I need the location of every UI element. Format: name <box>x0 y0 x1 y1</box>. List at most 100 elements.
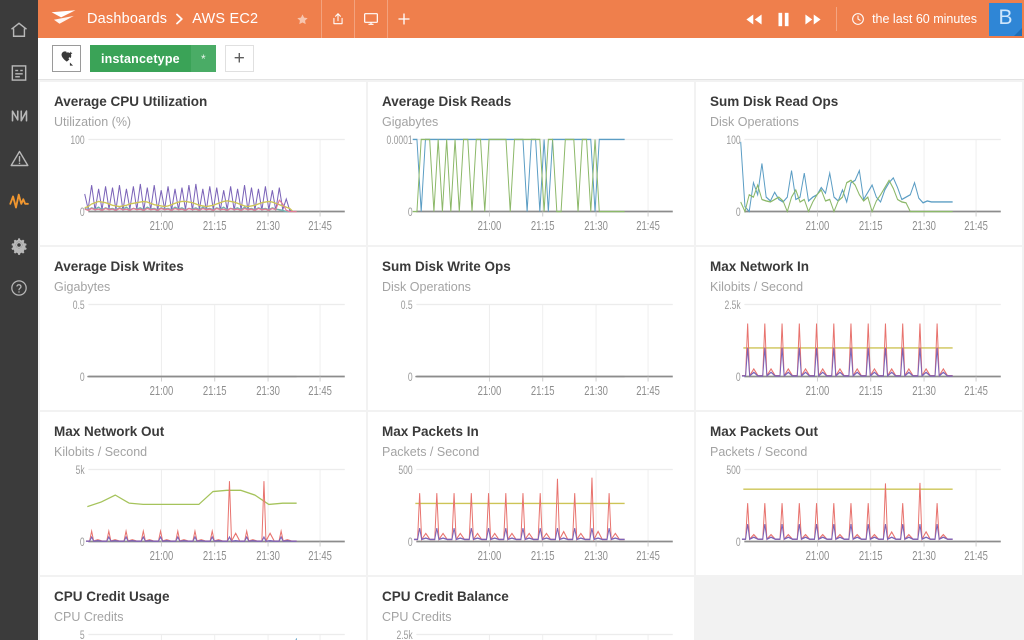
svg-text:0: 0 <box>736 537 741 550</box>
avatar-initial: B <box>998 3 1012 33</box>
panel-title: CPU Credit Usage <box>54 589 352 606</box>
sidebar-item-help[interactable] <box>0 266 38 309</box>
breadcrumb-current[interactable]: AWS EC2 <box>192 11 258 27</box>
svg-text:500: 500 <box>726 465 741 478</box>
breadcrumb-dashboards[interactable]: Dashboards <box>87 11 167 27</box>
svg-text:21:30: 21:30 <box>256 220 280 234</box>
sidebar-item-topology[interactable] <box>0 94 38 137</box>
svg-text:0: 0 <box>408 207 413 220</box>
svg-text:21:45: 21:45 <box>964 220 988 234</box>
svg-text:0: 0 <box>736 207 741 220</box>
panel-chart[interactable]: 0.5021:0021:1521:3021:45 <box>382 297 680 404</box>
svg-text:21:00: 21:00 <box>150 385 174 399</box>
sidebar-item-reports[interactable] <box>0 51 38 94</box>
panel-sum-disk-write-ops[interactable]: Sum Disk Write OpsDisk Operations0.5021:… <box>368 247 694 410</box>
panel-subtitle: Disk Operations <box>710 114 1008 130</box>
svg-text:21:45: 21:45 <box>636 385 660 399</box>
pause-button[interactable] <box>777 12 790 27</box>
panel-title: Max Network In <box>710 259 1008 276</box>
sidebar-item-settings[interactable] <box>0 223 38 266</box>
svg-text:0: 0 <box>80 537 85 550</box>
main-column: Dashboards AWS EC2 <box>38 0 1024 640</box>
panel-chart[interactable]: 500021:0021:1521:3021:45 <box>710 462 1008 569</box>
panel-title: CPU Credit Balance <box>382 589 680 606</box>
display-icon <box>363 11 379 27</box>
sidebar-item-metrics[interactable] <box>0 180 38 223</box>
add-tag-button[interactable]: + <box>225 45 254 72</box>
fast-forward-button[interactable] <box>804 13 822 26</box>
panel-cpu-credit-balance[interactable]: CPU Credit Balance CPU Credits 2.5k <box>368 577 694 640</box>
top-app-bar: Dashboards AWS EC2 <box>38 0 1024 38</box>
favorite-star-button[interactable] <box>286 0 319 38</box>
tag-chip-instancetype[interactable]: instancetype * <box>90 45 216 72</box>
panel-subtitle: Kilobits / Second <box>54 444 352 460</box>
reports-icon <box>9 63 29 83</box>
panel-max-packets-out[interactable]: Max Packets OutPackets / Second500021:00… <box>696 412 1022 575</box>
panel-chart[interactable]: 5k021:0021:1521:3021:45 <box>54 462 352 569</box>
panel-title: Max Packets In <box>382 424 680 441</box>
panel-average-cpu-utilization[interactable]: Average CPU UtilizationUtilization (%)10… <box>40 82 366 245</box>
dashboard-app: Dashboards AWS EC2 <box>0 0 1024 640</box>
svg-text:21:30: 21:30 <box>584 220 608 234</box>
svg-text:21:30: 21:30 <box>912 220 936 234</box>
panel-max-network-in[interactable]: Max Network In Kilobits / Second 2.5k021:0… <box>696 247 1022 410</box>
svg-text:21:45: 21:45 <box>636 550 660 564</box>
rewind-icon <box>745 13 763 26</box>
panel-average-disk-writes[interactable]: Average Disk WritesGigabytes0.5021:0021:… <box>40 247 366 410</box>
tag-chip-wildcard[interactable]: * <box>191 45 216 72</box>
panel-chart[interactable]: 5 <box>54 627 352 640</box>
help-icon <box>9 278 29 298</box>
svg-text:21:00: 21:00 <box>806 220 830 234</box>
panel-cpu-credit-usage[interactable]: CPU Credit UsageCPU Credits5 <box>40 577 366 640</box>
svg-text:5: 5 <box>80 630 85 640</box>
panel-chart[interactable]: 100021:0021:1521:3021:45 <box>710 132 1008 239</box>
topology-icon <box>9 105 30 126</box>
presentation-mode-button[interactable] <box>354 0 387 38</box>
svg-text:21:15: 21:15 <box>859 220 883 234</box>
top-bar-right: the last 60 minutes B <box>745 0 1024 38</box>
tag-icon-button[interactable] <box>52 45 81 72</box>
svg-text:21:15: 21:15 <box>531 550 555 564</box>
panel-subtitle: Kilobits / Second <box>710 279 1008 295</box>
panel-chart[interactable]: 500021:0021:1521:3021:45 <box>382 462 680 569</box>
sidebar-item-alerts[interactable] <box>0 137 38 180</box>
panel-chart[interactable]: 2.5k <box>382 627 680 640</box>
svg-text:21:00: 21:00 <box>478 220 502 234</box>
panel-chart[interactable]: 2.5k021:0021:1521:3021:45 <box>710 297 1008 404</box>
rewind-button[interactable] <box>745 13 763 26</box>
panel-subtitle: CPU Credits <box>382 609 680 625</box>
panel-max-packets-in[interactable]: Max Packets InPackets / Second500021:002… <box>368 412 694 575</box>
share-icon <box>331 11 345 27</box>
share-button[interactable] <box>321 0 354 38</box>
top-bar-actions <box>286 0 420 38</box>
fast-forward-icon <box>804 13 822 26</box>
clock-icon <box>851 12 865 26</box>
panel-chart[interactable]: 100021:0021:1521:3021:45 <box>54 132 352 239</box>
sidebar-item-home[interactable] <box>0 8 38 51</box>
panel-grid: Average CPU UtilizationUtilization (%)10… <box>38 82 1024 640</box>
svg-text:21:00: 21:00 <box>478 385 502 399</box>
time-range-label: the last 60 minutes <box>872 12 977 26</box>
panel-subtitle: Disk Operations <box>382 279 680 295</box>
add-panel-button[interactable] <box>387 0 420 38</box>
panel-chart[interactable]: 0.5021:0021:1521:3021:45 <box>54 297 352 404</box>
panel-title: Max Network Out <box>54 424 352 441</box>
svg-text:21:00: 21:00 <box>150 220 174 234</box>
panel-chart[interactable]: 0.0001021:0021:1521:3021:45 <box>382 132 680 239</box>
app-logo[interactable] <box>50 9 77 29</box>
svg-text:0.5: 0.5 <box>73 300 85 313</box>
svg-text:21:15: 21:15 <box>203 385 227 399</box>
home-icon <box>9 20 29 40</box>
time-range-selector[interactable]: the last 60 minutes <box>836 7 989 31</box>
panel-title: Average Disk Reads <box>382 94 680 111</box>
pause-icon <box>777 12 790 27</box>
panel-sum-disk-read-ops[interactable]: Sum Disk Read OpsDisk Operations100021:0… <box>696 82 1022 245</box>
left-nav-rail <box>0 0 38 640</box>
panel-average-disk-reads[interactable]: Average Disk ReadsGigabytes0.0001021:002… <box>368 82 694 245</box>
svg-text:21:15: 21:15 <box>203 550 227 564</box>
alerts-icon <box>9 148 30 169</box>
panel-max-network-out[interactable]: Max Network OutKilobits / Second5k021:00… <box>40 412 366 575</box>
svg-text:21:30: 21:30 <box>584 550 608 564</box>
svg-text:21:30: 21:30 <box>912 550 936 564</box>
avatar[interactable]: B <box>989 3 1022 36</box>
